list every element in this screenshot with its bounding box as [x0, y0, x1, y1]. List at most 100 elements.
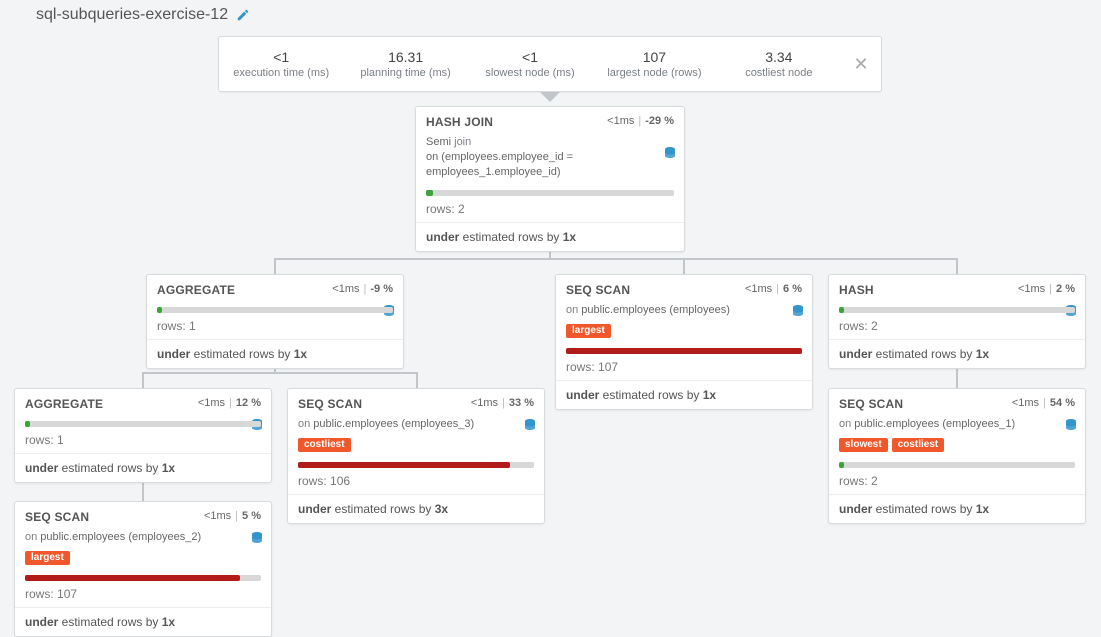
- badge-costliest: costliest: [298, 438, 351, 452]
- node-meta: <1ms|12 %: [198, 397, 261, 409]
- node-meta: <1ms|-9 %: [332, 283, 393, 295]
- connector: [956, 258, 958, 274]
- arrow-down-icon: [540, 92, 560, 102]
- node-name: HASH: [839, 283, 874, 297]
- node-name: SEQ SCAN: [25, 510, 89, 524]
- node-seq-scan[interactable]: SEQ SCAN <1ms|6 % on public.employees (e…: [555, 274, 813, 410]
- page-title: sql-subqueries-exercise-12: [36, 6, 228, 24]
- stat-value: 107: [596, 49, 712, 65]
- estimate-note: under estimated rows by 1x: [147, 340, 403, 368]
- node-pct: -9 %: [370, 283, 393, 295]
- node-seq-scan[interactable]: SEQ SCAN <1ms|54 % on public.employees (…: [828, 388, 1086, 524]
- node-time: <1ms: [1012, 397, 1039, 409]
- stat-largest: 107 largest node (rows): [592, 43, 716, 85]
- rows-bar: [25, 575, 261, 581]
- rows-count: rows: 2: [829, 319, 1085, 339]
- stat-label: costliest node: [721, 67, 837, 79]
- estimate-note: under estimated rows by 1x: [829, 340, 1085, 368]
- node-badges: slowest costliest: [829, 438, 1085, 458]
- node-meta: <1ms|2 %: [1018, 283, 1075, 295]
- node-name: SEQ SCAN: [839, 397, 903, 411]
- node-pct: 12 %: [236, 397, 261, 409]
- node-name: SEQ SCAN: [298, 397, 362, 411]
- node-header: AGGREGATE <1ms|-9 %: [147, 275, 403, 303]
- node-time: <1ms: [745, 283, 772, 295]
- rows-bar: [839, 462, 1075, 468]
- node-header: SEQ SCAN <1ms|54 %: [829, 389, 1085, 417]
- node-time: <1ms: [471, 397, 498, 409]
- node-time: <1ms: [1018, 283, 1045, 295]
- close-stats-icon[interactable]: ✕: [841, 54, 881, 75]
- node-seq-scan[interactable]: SEQ SCAN <1ms|5 % on public.employees (e…: [14, 501, 272, 637]
- stat-label: largest node (rows): [596, 67, 712, 79]
- node-pct: 5 %: [242, 510, 261, 522]
- rows-bar: [426, 190, 674, 196]
- node-header: SEQ SCAN <1ms|6 %: [556, 275, 812, 303]
- node-pct: 33 %: [509, 397, 534, 409]
- node-aggregate[interactable]: AGGREGATE <1ms|-9 % rows: 1 under estima…: [146, 274, 404, 369]
- rows-count: rows: 2: [829, 474, 1085, 494]
- estimate-note: under estimated rows by 1x: [15, 608, 271, 636]
- rows-bar: [157, 307, 393, 313]
- node-pct: 6 %: [783, 283, 802, 295]
- node-meta: <1ms|6 %: [745, 283, 802, 295]
- database-icon: [524, 419, 536, 433]
- connector: [274, 258, 958, 260]
- rows-count: rows: 107: [556, 360, 812, 380]
- node-aggregate[interactable]: AGGREGATE <1ms|12 % rows: 1 under estima…: [14, 388, 272, 483]
- rows-count: rows: 2: [416, 202, 684, 222]
- node-description: on public.employees (employees_3): [288, 417, 544, 438]
- stat-label: planning time (ms): [347, 67, 463, 79]
- node-seq-scan[interactable]: SEQ SCAN <1ms|33 % on public.employees (…: [287, 388, 545, 524]
- plan-page: sql-subqueries-exercise-12 <1 execution …: [0, 0, 1101, 629]
- node-header: HASH <1ms|2 %: [829, 275, 1085, 303]
- node-time: <1ms: [198, 397, 225, 409]
- node-time: <1ms: [332, 283, 359, 295]
- node-name: AGGREGATE: [25, 397, 103, 411]
- database-icon: [251, 532, 263, 546]
- node-badges: largest: [556, 324, 812, 344]
- node-pct: -29 %: [645, 115, 674, 127]
- rows-count: rows: 1: [147, 319, 403, 339]
- stat-slowest: <1 slowest node (ms): [468, 43, 592, 85]
- stat-plan-time: 16.31 planning time (ms): [343, 43, 467, 85]
- node-hash[interactable]: HASH <1ms|2 % rows: 2 under estimated ro…: [828, 274, 1086, 369]
- node-name: HASH JOIN: [426, 115, 493, 129]
- connector: [683, 258, 685, 274]
- estimate-note: under estimated rows by 1x: [15, 454, 271, 482]
- rows-count: rows: 106: [288, 474, 544, 494]
- node-description: on public.employees (employees_1): [829, 417, 1085, 438]
- database-icon: [664, 147, 676, 161]
- connector: [142, 372, 144, 388]
- plan-stats: <1 execution time (ms) 16.31 planning ti…: [218, 36, 882, 92]
- stat-value: <1: [223, 49, 339, 65]
- page-title-row: sql-subqueries-exercise-12: [36, 6, 250, 24]
- node-pct: 54 %: [1050, 397, 1075, 409]
- node-badges: costliest: [288, 438, 544, 458]
- rows-bar: [298, 462, 534, 468]
- estimate-note: under estimated rows by 1x: [416, 223, 684, 251]
- node-header: AGGREGATE <1ms|12 %: [15, 389, 271, 417]
- stat-label: execution time (ms): [223, 67, 339, 79]
- node-meta: <1ms|54 %: [1012, 397, 1075, 409]
- stat-exec-time: <1 execution time (ms): [219, 43, 343, 85]
- stat-costliest: 3.34 costliest node: [717, 43, 841, 85]
- rows-count: rows: 107: [15, 587, 271, 607]
- edit-title-icon[interactable]: [236, 8, 250, 22]
- node-header: HASH JOIN <1ms|-29 %: [416, 107, 684, 135]
- stat-value: 3.34: [721, 49, 837, 65]
- node-meta: <1ms|-29 %: [607, 115, 674, 127]
- badge-slowest: slowest: [839, 438, 888, 452]
- stat-value: <1: [472, 49, 588, 65]
- database-icon: [792, 305, 804, 319]
- node-description: Semi join on (employees.employee_id = em…: [416, 135, 684, 186]
- connector: [142, 372, 418, 374]
- node-meta: <1ms|5 %: [204, 510, 261, 522]
- node-hash-join[interactable]: HASH JOIN <1ms|-29 % Semi join on (emplo…: [415, 106, 685, 252]
- badge-costliest: costliest: [892, 438, 945, 452]
- rows-bar: [25, 421, 261, 427]
- node-description: on public.employees (employees): [556, 303, 812, 324]
- badge-largest: largest: [25, 551, 70, 565]
- node-name: SEQ SCAN: [566, 283, 630, 297]
- rows-bar: [839, 307, 1075, 313]
